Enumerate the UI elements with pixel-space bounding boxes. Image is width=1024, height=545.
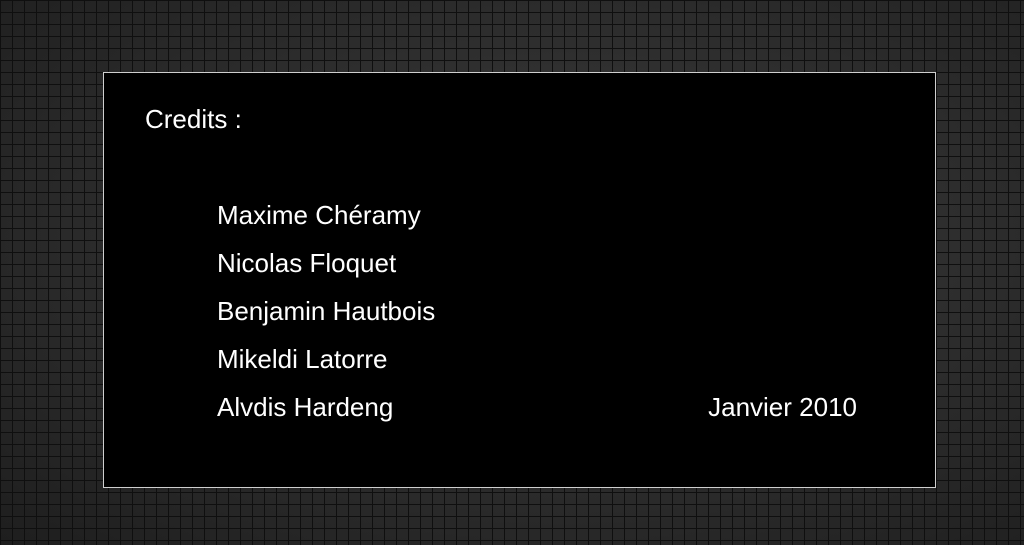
credit-name: Alvdis Hardeng <box>217 392 394 422</box>
credits-date: Janvier 2010 <box>708 392 857 422</box>
game-screen: { "credits": { "title": "Credits :", "na… <box>0 0 1024 545</box>
credit-name: Mikeldi Latorre <box>217 344 388 374</box>
credits-title: Credits : <box>145 104 242 134</box>
credit-name: Nicolas Floquet <box>217 248 397 278</box>
credits-names-list: Maxime Chéramy Nicolas Floquet Benjamin … <box>217 200 435 440</box>
credit-name: Benjamin Hautbois <box>217 296 436 326</box>
credit-name: Maxime Chéramy <box>217 200 421 230</box>
credits-panel: Credits : Maxime Chéramy Nicolas Floquet… <box>103 72 936 488</box>
